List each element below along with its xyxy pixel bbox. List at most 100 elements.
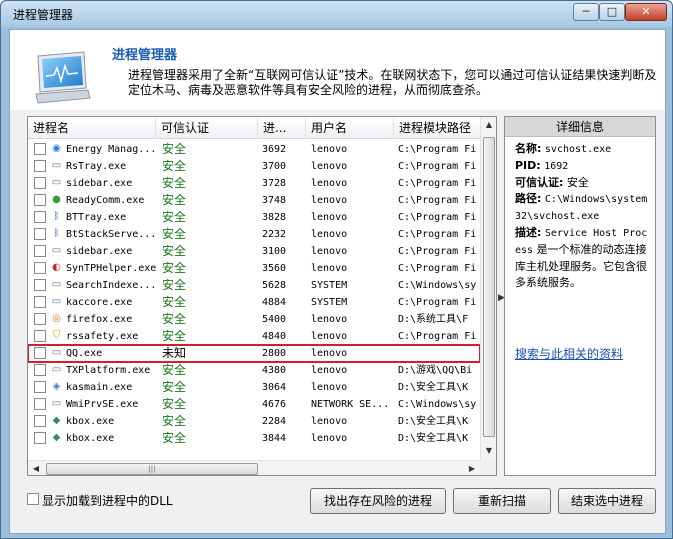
rescan-button[interactable]: 重新扫描 — [453, 488, 551, 514]
trust-cell: 安全 — [162, 329, 187, 343]
pid-cell: 3748 — [262, 195, 287, 206]
column-process-name[interactable]: 进程名 — [28, 117, 156, 139]
search-related-link[interactable]: 搜索与此相关的资料 — [515, 345, 623, 362]
maximize-button[interactable]: □ — [599, 3, 625, 21]
user-cell: lenovo — [311, 331, 348, 342]
scroll-up-arrow-icon[interactable]: ▲ — [481, 117, 496, 133]
header-title: 进程管理器 — [112, 48, 178, 63]
column-user[interactable]: 用户名 — [306, 117, 394, 139]
kbox-icon: ◆ — [52, 415, 61, 426]
row-checkbox[interactable] — [34, 262, 46, 274]
row-checkbox[interactable] — [34, 364, 46, 376]
horizontal-scroll-thumb[interactable]: ||| — [46, 463, 258, 475]
close-button[interactable]: ✕ — [625, 3, 667, 21]
row-checkbox[interactable] — [34, 313, 46, 325]
module-path-cell: C:\Program Fi — [398, 263, 477, 274]
row-checkbox[interactable] — [34, 415, 46, 427]
table-row[interactable]: ◈ kasmain.exe 安全 3064 lenovo D:\安全工具\K — [28, 379, 480, 396]
row-checkbox[interactable] — [34, 398, 46, 410]
header-description: 进程管理器采用了全新“互联网可信认证”技术。在联网状态下，您可以通过可信认证结果… — [128, 68, 657, 97]
user-cell: lenovo — [311, 246, 348, 257]
table-row[interactable]: ◆ kbox.exe 安全 3844 lenovo D:\安全工具\K — [28, 430, 480, 447]
table-row[interactable]: ◉ Energy Manag... 安全 3692 lenovo C:\Program F… — [28, 141, 480, 158]
row-checkbox[interactable] — [34, 211, 46, 223]
vertical-scroll-thumb[interactable] — [483, 137, 495, 437]
column-module-path[interactable]: 进程模块路径 — [394, 117, 480, 139]
table-row[interactable]: ▭ RsTray.exe 安全 3700 lenovo C:\Program Fi — [28, 158, 480, 175]
user-cell: lenovo — [311, 144, 348, 155]
table-row[interactable]: ◆ kbox.exe 安全 2284 lenovo D:\安全工具\K — [28, 413, 480, 430]
find-risk-process-button[interactable]: 找出存在风险的进程 — [310, 488, 446, 514]
table-row[interactable]: ▭ kaccore.exe 安全 4884 SYSTEM C:\Program Fi — [28, 294, 480, 311]
process-name-cell: SearchIndexe... — [66, 280, 157, 291]
show-dll-checkbox[interactable] — [27, 493, 39, 505]
kasmain-icon: ◈ — [52, 381, 61, 392]
process-name-cell: firefox.exe — [66, 314, 133, 325]
process-name-cell: ReadyComm.exe — [66, 195, 145, 206]
window-icon: ▭ — [51, 364, 62, 375]
process-manager-window: 进程管理器 ─ □ ✕ 进程管理器 进程管理器采用了全新“互联网可信认证”技术。… — [0, 0, 673, 539]
process-list-header: 进程名 可信认证 进... 用户名 进程模块路径 — [28, 117, 480, 139]
row-checkbox[interactable] — [34, 381, 46, 393]
trust-cell: 安全 — [162, 431, 187, 445]
scroll-right-arrow-icon[interactable]: ▶ — [464, 461, 480, 475]
row-checkbox[interactable] — [34, 143, 46, 155]
row-checkbox[interactable] — [34, 177, 46, 189]
table-row[interactable]: ᛒ BtStackServe... 安全 2232 lenovo C:\Program F… — [28, 226, 480, 243]
row-checkbox[interactable] — [34, 347, 46, 359]
table-row[interactable]: ⛉ rssafety.exe 安全 4840 lenovo C:\Program Fi — [28, 328, 480, 345]
pid-cell: 3844 — [262, 433, 287, 444]
end-selected-process-button[interactable]: 结束选中进程 — [558, 488, 656, 514]
detail-name-label: 名称: — [515, 142, 542, 155]
process-list[interactable]: 进程名 可信认证 进... 用户名 进程模块路径 ◉ Energy Manag..… — [27, 116, 497, 476]
window-icon: ▭ — [51, 398, 62, 409]
pid-cell: 4884 — [262, 297, 287, 308]
module-path-cell: C:\Program Fi — [398, 178, 477, 189]
row-checkbox[interactable] — [34, 160, 46, 172]
table-row[interactable]: ▭ sidebar.exe 安全 3100 lenovo C:\Program Fi — [28, 243, 480, 260]
minimize-button[interactable]: ─ — [573, 3, 599, 21]
table-row[interactable]: ▭ WmiPrvSE.exe 安全 4676 NETWORK SE... C:\Windo… — [28, 396, 480, 413]
title-bar[interactable]: 进程管理器 ─ □ ✕ — [1, 1, 672, 27]
table-row[interactable]: ▭ SearchIndexe... 安全 5628 SYSTEM C:\Windows\s… — [28, 277, 480, 294]
pid-cell: 2232 — [262, 229, 287, 240]
scroll-left-arrow-icon[interactable]: ◀ — [28, 461, 44, 475]
window-title: 进程管理器 — [13, 8, 74, 22]
module-path-cell: C:\Program Fi — [398, 195, 477, 206]
globe-icon: ● — [52, 194, 61, 205]
row-checkbox[interactable] — [34, 432, 46, 444]
table-row[interactable]: ᛒ BTTray.exe 安全 3828 lenovo C:\Program Fi — [28, 209, 480, 226]
column-trust[interactable]: 可信认证 — [156, 117, 258, 139]
module-path-cell: C:\Program Fi — [398, 331, 477, 342]
module-path-cell: C:\Program Fi — [398, 297, 477, 308]
user-cell: SYSTEM — [311, 297, 348, 308]
module-path-cell: C:\Windows\sy — [398, 399, 477, 410]
table-row[interactable]: ▭ QQ.exe 未知 2800 lenovo — [28, 344, 481, 363]
table-row[interactable]: ● ReadyComm.exe 安全 3748 lenovo C:\Program Fi — [28, 192, 480, 209]
row-checkbox[interactable] — [34, 296, 46, 308]
pid-cell: 3728 — [262, 178, 287, 189]
process-name-cell: kaccore.exe — [66, 297, 133, 308]
table-row[interactable]: ◎ firefox.exe 安全 5400 lenovo D:\系统工具\F — [28, 311, 480, 328]
pid-cell: 2284 — [262, 416, 287, 427]
row-checkbox[interactable] — [34, 279, 46, 291]
row-checkbox[interactable] — [34, 228, 46, 240]
row-checkbox[interactable] — [34, 330, 46, 342]
row-checkbox[interactable] — [34, 194, 46, 206]
table-row[interactable]: ▭ TXPlatform.exe 安全 4380 lenovo D:\游戏\QQ\Bi — [28, 362, 480, 379]
detail-desc-label: 描述: — [515, 226, 542, 239]
vertical-scrollbar[interactable]: ▲ ▼ — [480, 117, 496, 460]
column-pid[interactable]: 进... — [258, 117, 306, 139]
module-path-cell: C:\Program Fi — [398, 246, 477, 257]
pid-cell: 4380 — [262, 365, 287, 376]
table-row[interactable]: ▭ sidebar.exe 安全 3728 lenovo C:\Program Fi — [28, 175, 480, 192]
bluetooth-icon: ᛒ — [53, 228, 60, 239]
table-row[interactable]: ◐ SynTPHelper.exe 安全 3560 lenovo C:\Program F… — [28, 260, 480, 277]
scroll-down-arrow-icon[interactable]: ▼ — [481, 443, 496, 459]
trust-cell: 安全 — [162, 380, 187, 394]
detail-pid-label: PID: — [515, 159, 541, 172]
row-checkbox[interactable] — [34, 245, 46, 257]
horizontal-scrollbar[interactable]: ◀ ||| ▶ — [28, 460, 480, 475]
firefox-icon: ◎ — [52, 313, 61, 324]
module-path-cell: C:\Program Fi — [398, 212, 477, 223]
